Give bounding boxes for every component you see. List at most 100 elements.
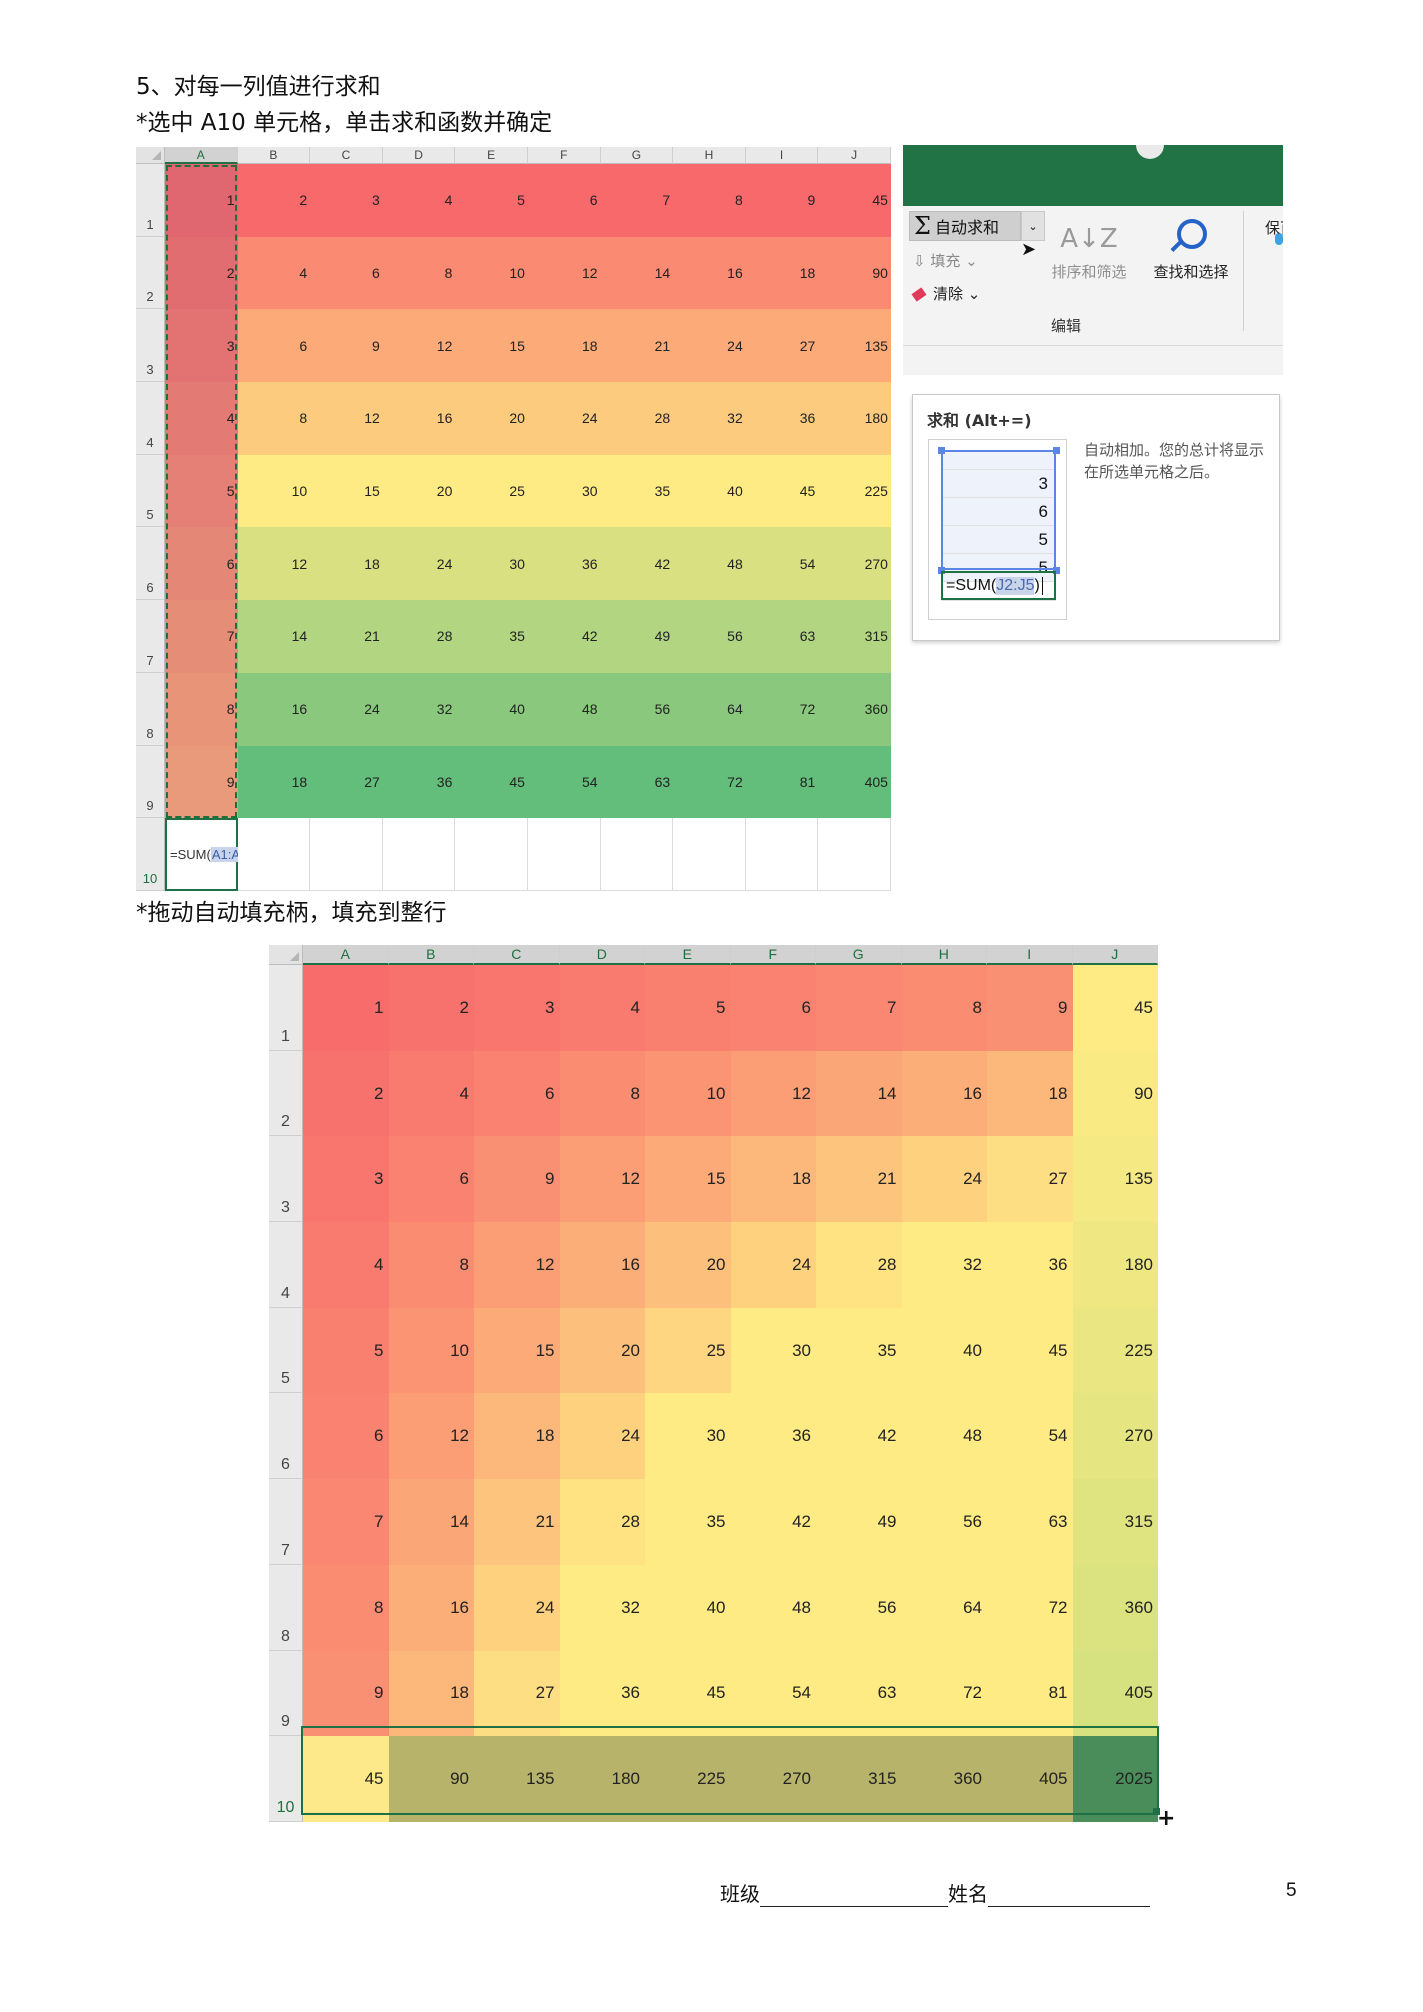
table-cell[interactable]: 16 xyxy=(382,382,456,455)
table-cell[interactable]: 24 xyxy=(527,382,601,455)
column-header-f[interactable]: F xyxy=(730,945,816,965)
table-cell[interactable]: 36 xyxy=(527,527,601,601)
column-header-c[interactable]: C xyxy=(474,945,560,965)
table-cell[interactable]: 42 xyxy=(527,600,601,673)
table-cell[interactable]: 32 xyxy=(673,382,746,455)
find-select-button[interactable]: 查找和选择 xyxy=(1143,217,1239,282)
table-cell[interactable]: 54 xyxy=(730,1650,816,1737)
table-cell[interactable]: 5 xyxy=(303,1307,389,1394)
table-cell[interactable]: 16 xyxy=(673,236,746,310)
row-header-3[interactable]: 3 xyxy=(269,1136,303,1223)
table-cell[interactable]: 72 xyxy=(987,1564,1073,1651)
table-cell[interactable]: 27 xyxy=(987,1136,1073,1223)
table-cell[interactable]: 27 xyxy=(310,745,383,819)
table-cell[interactable]: 4 xyxy=(382,164,456,237)
table-cell[interactable]: 36 xyxy=(987,1222,1073,1308)
table-cell[interactable]: 63 xyxy=(816,1650,902,1737)
table-cell[interactable]: 5 xyxy=(455,164,528,237)
column-header-d[interactable]: D xyxy=(382,147,456,164)
row-header-1[interactable]: 1 xyxy=(136,164,165,237)
table-cell[interactable]: 56 xyxy=(673,600,746,673)
table-cell[interactable]: 35 xyxy=(455,600,528,673)
table-cell[interactable]: 64 xyxy=(901,1564,987,1651)
table-cell[interactable]: 3 xyxy=(310,164,383,237)
table-cell[interactable]: 21 xyxy=(816,1136,902,1223)
row-header-2[interactable]: 2 xyxy=(269,1050,303,1137)
table-cell[interactable]: 45 xyxy=(455,745,528,819)
table-cell[interactable]: 3 xyxy=(474,965,560,1051)
table-cell[interactable]: 28 xyxy=(600,382,674,455)
table-cell[interactable]: 24 xyxy=(673,309,746,383)
table-cell[interactable]: 18 xyxy=(388,1650,474,1737)
column-header-j[interactable]: J xyxy=(818,147,891,164)
table-cell[interactable]: 56 xyxy=(600,672,674,746)
row-header-1[interactable]: 1 xyxy=(269,965,303,1051)
table-cell[interactable]: 8 xyxy=(559,1050,645,1137)
table-cell[interactable]: 315 xyxy=(816,1736,902,1822)
table-cell[interactable]: 40 xyxy=(455,672,528,746)
table-cell[interactable]: 18 xyxy=(474,1393,560,1480)
table-cell[interactable]: 21 xyxy=(474,1479,560,1565)
table-cell[interactable]: 10 xyxy=(237,454,311,528)
table-cell[interactable]: 35 xyxy=(645,1479,731,1565)
table-cell[interactable]: 7 xyxy=(816,965,902,1051)
table-cell[interactable]: 21 xyxy=(600,309,674,383)
row-header-2[interactable]: 2 xyxy=(136,236,165,310)
table-cell[interactable]: 4 xyxy=(559,965,645,1051)
table-cell[interactable]: 14 xyxy=(237,600,311,673)
table-cell[interactable]: 32 xyxy=(382,672,456,746)
table-cell[interactable]: 20 xyxy=(455,382,528,455)
table-cell[interactable]: 24 xyxy=(730,1222,816,1308)
table-cell[interactable]: 30 xyxy=(730,1307,816,1394)
table-cell[interactable]: 54 xyxy=(987,1393,1073,1480)
fill-button[interactable]: ⇩ 填充 ⌄ xyxy=(913,250,978,271)
table-cell[interactable]: 54 xyxy=(745,527,819,601)
table-cell[interactable]: 6 xyxy=(303,1393,389,1480)
table-cell[interactable]: 36 xyxy=(730,1393,816,1480)
table-cell[interactable]: 90 xyxy=(388,1736,474,1822)
table-cell[interactable]: 72 xyxy=(745,672,819,746)
table-cell[interactable]: 63 xyxy=(745,600,819,673)
table-cell[interactable]: 405 xyxy=(1072,1650,1158,1737)
table-cell[interactable]: 9 xyxy=(310,309,383,383)
table-cell[interactable]: 315 xyxy=(818,600,891,673)
table-cell[interactable]: 135 xyxy=(474,1736,560,1822)
table-cell[interactable]: 18 xyxy=(310,527,383,601)
table-cell[interactable]: 28 xyxy=(816,1222,902,1308)
table-cell[interactable]: 48 xyxy=(673,527,746,601)
table-cell[interactable]: 45 xyxy=(645,1650,731,1737)
table-cell[interactable]: 45 xyxy=(987,1307,1073,1394)
table-cell[interactable]: 35 xyxy=(600,454,674,528)
table-cell[interactable]: 16 xyxy=(559,1222,645,1308)
formula-cell-a10[interactable]: =SUM(A1:A9) xyxy=(165,818,253,891)
column-header-g[interactable]: G xyxy=(816,945,902,965)
column-header-a[interactable]: A xyxy=(303,945,389,965)
table-cell[interactable]: 48 xyxy=(730,1564,816,1651)
column-header-h[interactable]: H xyxy=(901,945,987,965)
row-header-7[interactable]: 7 xyxy=(136,600,165,673)
table-cell[interactable]: 225 xyxy=(818,454,891,528)
table-cell[interactable]: 6 xyxy=(474,1050,560,1137)
column-header-d[interactable]: D xyxy=(559,945,645,965)
table-cell[interactable]: 18 xyxy=(730,1136,816,1223)
table-cell[interactable]: 16 xyxy=(388,1564,474,1651)
row-header-9[interactable]: 9 xyxy=(269,1650,303,1737)
table-cell[interactable]: 72 xyxy=(673,745,746,819)
table-cell[interactable]: 32 xyxy=(901,1222,987,1308)
column-header-e[interactable]: E xyxy=(645,945,731,965)
table-cell[interactable]: 8 xyxy=(237,382,311,455)
empty-cell[interactable] xyxy=(455,818,528,891)
table-cell[interactable]: 9 xyxy=(987,965,1073,1051)
table-cell[interactable]: 14 xyxy=(600,236,674,310)
table-cell[interactable]: 270 xyxy=(1072,1393,1158,1480)
table-cell[interactable]: 7 xyxy=(165,600,238,673)
table-cell[interactable]: 315 xyxy=(1072,1479,1158,1565)
table-cell[interactable]: 27 xyxy=(474,1650,560,1737)
autosum-dropdown-button[interactable]: ⌄ xyxy=(1021,211,1045,241)
table-cell[interactable]: 6 xyxy=(310,236,383,310)
clear-button[interactable]: 清除 ⌄ xyxy=(911,283,980,304)
table-cell[interactable]: 24 xyxy=(382,527,456,601)
table-cell[interactable]: 36 xyxy=(559,1650,645,1737)
row-header-5[interactable]: 5 xyxy=(136,454,165,528)
table-cell[interactable]: 40 xyxy=(673,454,746,528)
